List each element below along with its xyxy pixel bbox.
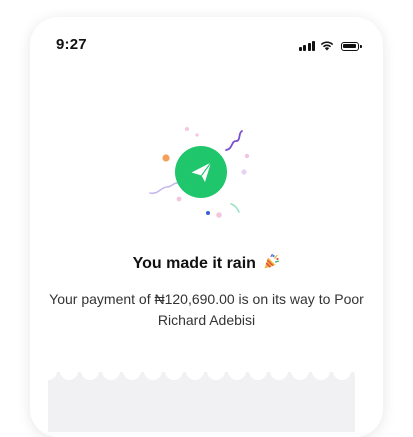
confetti-dot bbox=[206, 211, 210, 215]
confetti-dot bbox=[244, 153, 250, 159]
confetti-dot bbox=[162, 154, 170, 162]
success-message: Your payment of ₦120,690.00 is on its wa… bbox=[49, 291, 364, 328]
confetti-dot bbox=[241, 169, 247, 175]
success-title: You made it rain bbox=[30, 253, 383, 273]
phone-screen: 9:27 You made it rain Your payment of ₦1… bbox=[30, 17, 383, 437]
confetti-dot bbox=[195, 133, 199, 137]
success-illustration bbox=[149, 127, 250, 218]
confetti-dot bbox=[216, 212, 222, 218]
party-popper-icon bbox=[264, 253, 280, 269]
confetti-squiggle bbox=[149, 182, 179, 195]
confetti-squiggle bbox=[230, 203, 240, 213]
confetti-squiggle bbox=[225, 130, 243, 151]
success-title-text: You made it rain bbox=[132, 255, 256, 272]
confetti-dot bbox=[185, 127, 189, 131]
receipt-scalloped-edge bbox=[48, 364, 355, 380]
confetti-dot bbox=[176, 196, 182, 202]
receipt-panel bbox=[48, 364, 355, 432]
